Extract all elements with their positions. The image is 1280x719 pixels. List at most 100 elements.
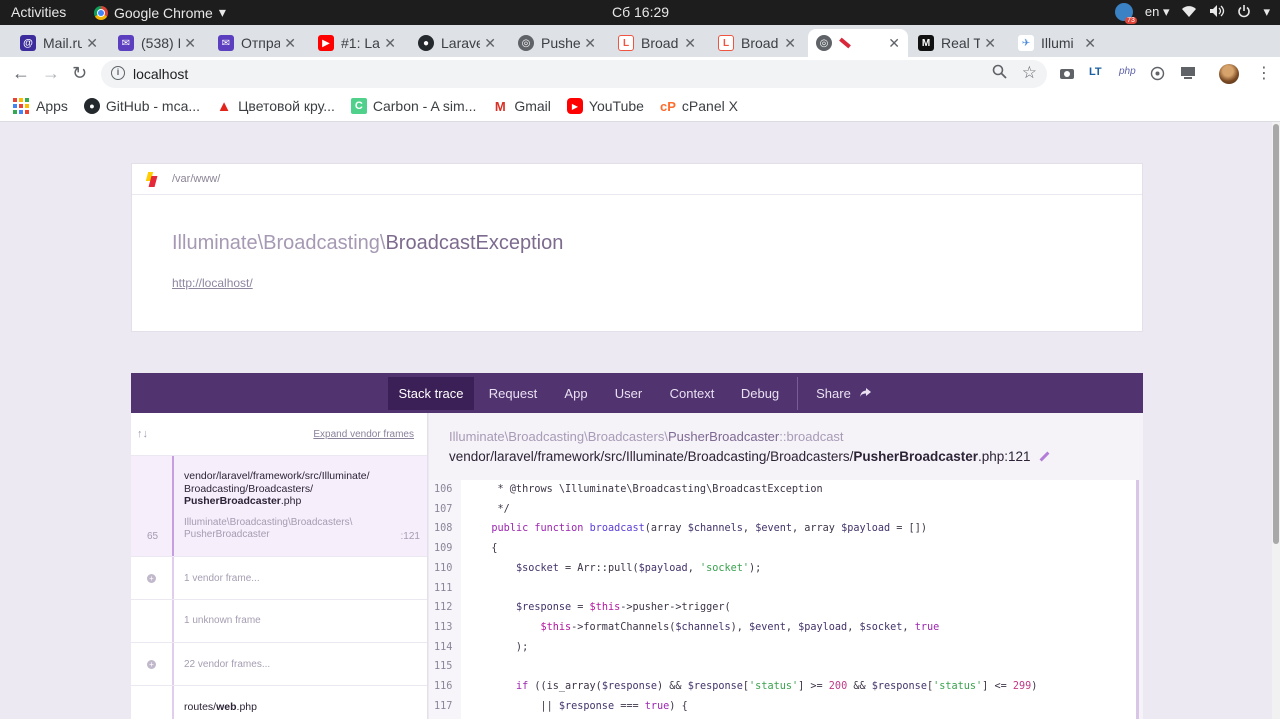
tab-mailru[interactable]: @ Mail.ru ✕ [12,29,106,57]
tab-github[interactable]: ● Larave ✕ [410,29,504,57]
url-text[interactable]: localhost [133,66,188,82]
bookmark-cpanel[interactable]: cP cPanel X [660,98,738,114]
php-extension-icon[interactable]: php [1119,66,1136,77]
close-icon[interactable]: ✕ [784,35,796,52]
notification-app-icon[interactable]: 73 [1114,3,1137,24]
activities-button[interactable]: Activities [11,4,66,20]
frame-file-path: routes/web.php [184,701,257,714]
bookmark-star-icon[interactable]: ☆ [1022,63,1037,83]
bookmark-apps[interactable]: Apps [13,98,68,114]
line-number: 108 [434,523,453,535]
tab-pusher[interactable]: ◎ Pushe ✕ [510,29,604,57]
tab-stack-trace[interactable]: Stack trace [388,377,474,410]
code-text: */ [473,503,510,515]
expand-vendor-frames-link[interactable]: Expand vendor frames [313,429,414,440]
menu-kebab-icon[interactable]: ⋮ [1256,63,1272,83]
bookmark-adobe-color[interactable]: ▲ Цветовой кру... [216,98,335,115]
mail-icon: ✉ [218,35,234,51]
notification-count: 73 [1125,17,1137,24]
tab-debug[interactable]: Debug [734,377,786,410]
close-icon[interactable]: ✕ [284,35,296,52]
tab-user[interactable]: User [605,377,652,410]
volume-icon[interactable] [1209,4,1225,21]
close-icon[interactable]: ✕ [184,35,196,52]
close-icon[interactable]: ✕ [684,35,696,52]
search-icon[interactable] [992,64,1007,83]
close-icon[interactable]: ✕ [1084,35,1096,52]
tab-active-localhost[interactable]: ◎ ✕ [808,29,908,57]
system-tray: 73 en ▾ ▾ [1114,3,1270,24]
code-line: 113 $this->formatChannels($channels), $e… [429,618,1136,638]
language-indicator[interactable]: en ▾ [1145,4,1170,20]
vendor-frames-group[interactable]: + 22 vendor frames... [131,643,427,686]
share-icon [859,386,872,401]
stack-frame-routes[interactable]: routes/web.php [131,686,427,719]
tab-app[interactable]: App [554,377,598,410]
camera-icon[interactable] [1059,66,1075,83]
back-icon[interactable]: ← [12,63,30,84]
tab-title: Broad [741,35,779,51]
close-icon[interactable]: ✕ [86,35,98,52]
tab-mail-send[interactable]: ✉ Отпра ✕ [210,29,304,57]
code-line: 112 $response = $this->pusher->trigger( [429,598,1136,618]
power-icon[interactable] [1237,4,1251,21]
close-icon[interactable]: ✕ [384,35,396,52]
close-icon[interactable]: ✕ [984,35,996,52]
frame-nav-arrows-icon[interactable]: ↑↓ [137,428,148,440]
tab-strip: @ Mail.ru ✕ ✉ (538) E ✕ ✉ Отпра ✕ ▶ #1: … [0,25,1280,80]
page-scrollbar[interactable] [1272,122,1280,719]
share-button[interactable]: Share [809,377,879,410]
app-menu[interactable]: Google Chrome ▾ [94,4,226,21]
routes-file-ext: .php [236,701,257,713]
frame-class: Illuminate\Broadcasting\Broadcasters\ Pu… [184,517,352,541]
forward-icon[interactable]: → [42,63,60,84]
expand-plus-icon[interactable]: + [147,660,156,669]
address-bar[interactable]: i localhost ☆ [101,60,1047,88]
tab-broadcasting-2[interactable]: L Broad ✕ [710,29,804,57]
tab-youtube[interactable]: ▶ #1: La ✕ [310,29,404,57]
languagetool-icon[interactable]: LT [1089,66,1102,78]
error-nav-bar: Stack trace Request App User Context Deb… [131,373,1143,413]
frame-indicator [172,557,174,599]
profile-avatar[interactable] [1219,64,1239,84]
system-top-bar: Activities Google Chrome ▾ Сб 16:29 73 e… [0,0,1280,25]
stack-trace-panel: ↑↓ Expand vendor frames vendor/laravel/f… [131,413,428,719]
unknown-frame[interactable]: 1 unknown frame [131,600,427,643]
vendor-frames-group[interactable]: + 1 vendor frame... [131,557,427,600]
tab-request[interactable]: Request [478,377,548,410]
bookmark-carbon[interactable]: C Carbon - A sim... [350,98,476,114]
scrollbar-thumb[interactable] [1273,124,1279,544]
expand-plus-icon[interactable]: + [147,574,156,583]
code-header: Illuminate\Broadcasting\Broadcasters\Pus… [449,429,1050,464]
tab-mail-inbox[interactable]: ✉ (538) E ✕ [110,29,204,57]
cast-icon[interactable] [1180,66,1196,83]
tab-title: Broad [641,35,679,51]
tab-context[interactable]: Context [661,377,723,410]
stack-frame-selected[interactable]: vendor/laravel/framework/src/Illuminate/… [131,456,427,557]
tab-illuminate[interactable]: ✈ Illumi ✕ [1010,29,1104,57]
edit-pencil-icon[interactable] [1039,451,1049,462]
clock[interactable]: Сб 16:29 [612,4,669,20]
info-icon[interactable]: i [111,66,125,80]
code-line: 110 $socket = Arr::pull($payload, 'socke… [429,559,1136,579]
bookmark-youtube[interactable]: ▶ YouTube [566,98,644,114]
bookmark-gmail[interactable]: M Gmail [492,98,551,114]
chevron-down-icon[interactable]: ▾ [1263,4,1270,20]
ignition-favicon-icon [839,37,851,49]
close-icon[interactable]: ✕ [584,35,596,52]
close-icon[interactable]: ✕ [888,35,900,52]
close-icon[interactable]: ✕ [484,35,496,52]
line-number: 113 [434,621,453,633]
vpn-extension-icon[interactable] [1150,66,1165,84]
exception-namespace: Illuminate\Broadcasting\ [172,232,386,254]
request-url-link[interactable]: http://localhost/ [172,276,253,290]
tab-broadcasting-1[interactable]: L Broad ✕ [610,29,704,57]
frame-path-line1: vendor/laravel/framework/src/Illuminate/ [184,470,370,482]
code-line: 107 */ [429,500,1136,520]
bookmark-github[interactable]: ● GitHub - mca... [83,98,200,114]
reload-icon[interactable]: ↻ [72,63,87,84]
tab-medium[interactable]: M Real T ✕ [910,29,1004,57]
line-number: 110 [434,562,453,574]
wifi-icon[interactable] [1181,4,1197,21]
telegram-icon: ✈ [1018,35,1034,51]
